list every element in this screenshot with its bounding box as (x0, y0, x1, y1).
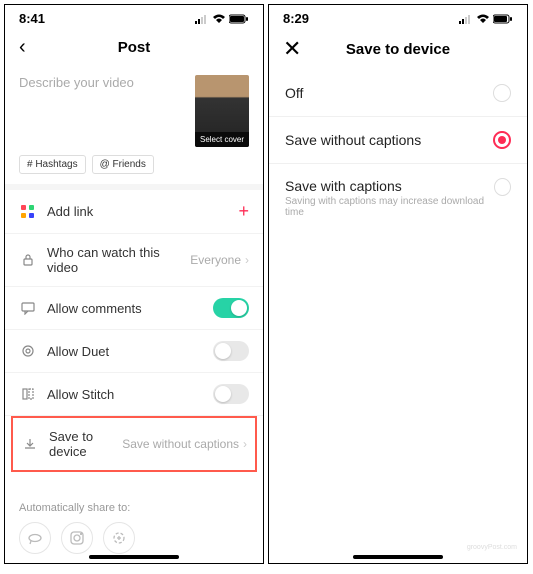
friends-button[interactable]: @ Friends (92, 155, 154, 174)
stitch-icon (19, 387, 37, 401)
option-off-label: Off (285, 85, 303, 101)
close-button[interactable]: ✕ (283, 36, 307, 62)
status-bar: 8:41 (5, 5, 263, 28)
privacy-value: Everyone (190, 253, 241, 267)
hashtags-button[interactable]: # Hashtags (19, 155, 86, 174)
caption-input[interactable]: Describe your video (19, 75, 187, 147)
page-title: Post (118, 39, 151, 56)
select-cover-button[interactable]: Select cover (195, 132, 249, 147)
status-icons (459, 14, 513, 24)
radio-without[interactable] (493, 131, 511, 149)
share-message-icon[interactable] (19, 522, 51, 554)
time: 8:41 (19, 11, 45, 26)
lock-icon (19, 253, 37, 267)
option-with-captions[interactable]: Save with captions Saving with captions … (269, 164, 527, 232)
save-to-device-row[interactable]: Save to device Save without captions › (13, 418, 255, 470)
save-to-device-highlight: Save to device Save without captions › (11, 416, 257, 472)
privacy-row[interactable]: Who can watch this video Everyone › (5, 234, 263, 287)
option-with-label: Save with captions (285, 178, 494, 194)
nav-header: ✕ Save to device (269, 28, 527, 70)
duet-row: Allow Duet (5, 330, 263, 373)
duet-toggle[interactable] (213, 341, 249, 361)
status-bar: 8:29 (269, 5, 527, 28)
home-indicator (89, 555, 179, 559)
chevron-right-icon: › (245, 253, 249, 267)
home-indicator (353, 555, 443, 559)
radio-with[interactable] (494, 178, 511, 196)
watermark: groovyPost.com (467, 544, 517, 551)
stitch-toggle[interactable] (213, 384, 249, 404)
back-button[interactable]: ‹ (19, 36, 43, 59)
chevron-right-icon: › (243, 437, 247, 451)
share-instagram-icon[interactable] (61, 522, 93, 554)
time: 8:29 (283, 11, 309, 26)
stitch-label: Allow Stitch (47, 387, 213, 402)
comment-icon (19, 301, 37, 315)
post-screen: 8:41 ‹ Post Describe your video Select c… (4, 4, 264, 564)
save-label: Save to device (49, 429, 122, 459)
save-options-screen: 8:29 ✕ Save to device Off Save without c… (268, 4, 528, 564)
save-value: Save without captions (122, 437, 239, 451)
comments-toggle[interactable] (213, 298, 249, 318)
share-label: Automatically share to: (19, 502, 249, 514)
option-without-label: Save without captions (285, 132, 421, 148)
option-with-caption: Saving with captions may increase downlo… (285, 196, 494, 218)
add-link-label: Add link (47, 204, 238, 219)
comments-label: Allow comments (47, 301, 213, 316)
radio-off[interactable] (493, 84, 511, 102)
addlink-icon (19, 205, 37, 219)
plus-icon: + (238, 201, 249, 222)
stitch-row: Allow Stitch (5, 373, 263, 416)
duet-icon (19, 344, 37, 358)
download-icon (21, 437, 39, 451)
privacy-label: Who can watch this video (47, 245, 190, 275)
comments-row: Allow comments (5, 287, 263, 330)
nav-header: ‹ Post (5, 28, 263, 67)
option-without-captions[interactable]: Save without captions (269, 117, 527, 164)
option-off[interactable]: Off (269, 70, 527, 117)
video-thumbnail[interactable]: Select cover (195, 75, 249, 147)
add-link-row[interactable]: Add link + (5, 190, 263, 234)
page-title: Save to device (346, 41, 450, 58)
status-icons (195, 14, 249, 24)
duet-label: Allow Duet (47, 344, 213, 359)
share-stories-icon[interactable] (103, 522, 135, 554)
